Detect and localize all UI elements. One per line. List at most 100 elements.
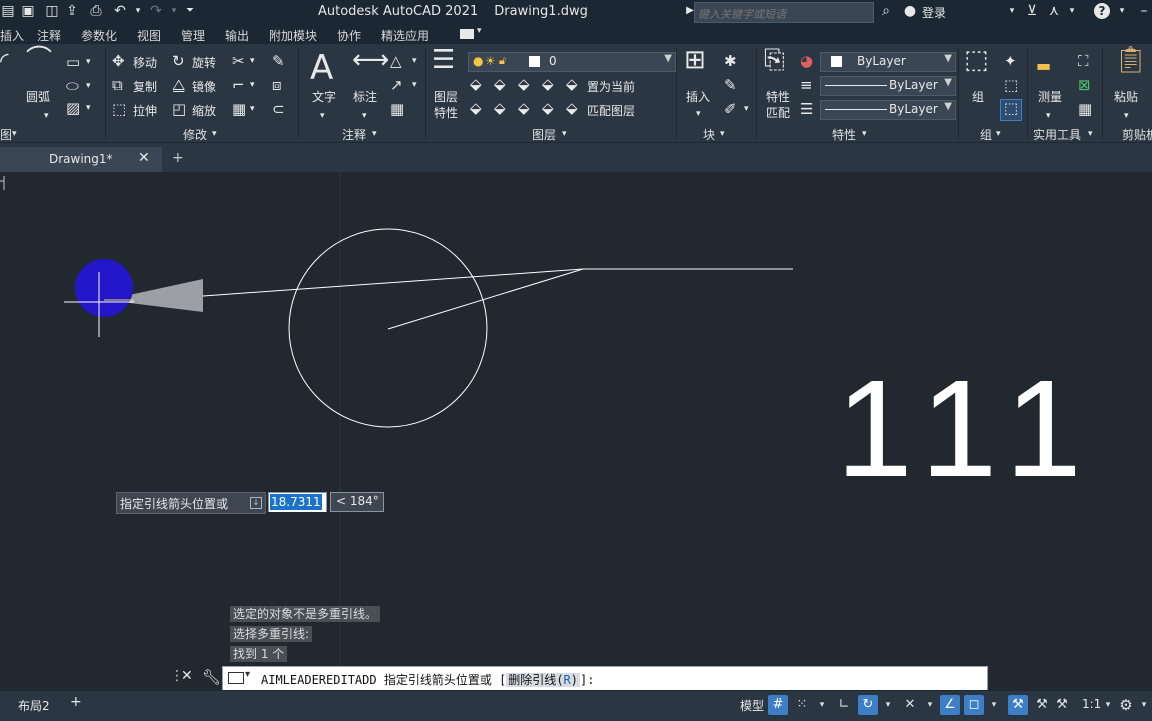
stretch-button[interactable]: 拉伸 (133, 102, 157, 119)
search-input[interactable] (695, 6, 873, 23)
close-command-line-icon[interactable]: ✕ (181, 668, 193, 684)
help-dropdown-icon[interactable]: ▾ (1114, 3, 1130, 19)
layer-off-icon[interactable]: ⬙ (470, 76, 482, 92)
length-input[interactable]: 18.7311 (268, 492, 327, 512)
circle-tool-icon[interactable]: ◜ (0, 51, 9, 73)
trim-icon[interactable]: ✂ (232, 53, 245, 69)
settings-dropdown-icon[interactable]: ▾ (1134, 695, 1152, 715)
scale-icon[interactable]: ◰ (172, 101, 186, 117)
color-dropdown[interactable]: ByLayer ▼ (820, 52, 956, 72)
utilities-panel-title[interactable]: 实用工具 (1033, 126, 1081, 142)
autodesk-app-icon[interactable]: ⋏ (1046, 3, 1062, 19)
copy-button[interactable]: 复制 (133, 78, 157, 95)
set-current-icon[interactable]: ⬙ (566, 76, 578, 92)
layer-thaw-icon[interactable]: ⬙ (518, 100, 530, 116)
scale-button[interactable]: 缩放 (192, 102, 216, 119)
table-icon[interactable]: ▦ (390, 101, 404, 117)
command-line[interactable]: ▾ AIMLEADEREDITADD 指定引线箭头位置或 [删除引线(R)]: (222, 666, 988, 692)
drawing-area[interactable]: 111 指定引线箭头位置或 ↓ 18.7311 < 184° (0, 172, 1152, 690)
leader-dropdown-icon[interactable]: ▾ (412, 77, 417, 93)
add-layout-icon[interactable]: + (70, 694, 82, 710)
groups-panel-expand-icon[interactable]: ▾ (996, 126, 1001, 142)
group-icon[interactable]: ⬚ (964, 47, 989, 73)
group-select-icon[interactable]: ⬚ (1000, 99, 1022, 121)
tab-annotate[interactable]: 注释 (37, 27, 61, 44)
dimension-button[interactable]: 标注 (353, 88, 377, 105)
polar-tracking-icon[interactable]: ↻ (858, 695, 878, 715)
array-dropdown-icon[interactable]: ▾ (250, 101, 255, 117)
color-wheel-icon[interactable]: ◕ (800, 53, 813, 69)
block-panel-expand-icon[interactable]: ▾ (720, 126, 725, 142)
offset-icon[interactable]: ⊂ (272, 101, 285, 117)
login-dropdown-icon[interactable]: ▾ (1004, 3, 1020, 19)
layers-panel-expand-icon[interactable]: ▾ (562, 126, 567, 142)
paste-icon[interactable]: 📋︎ (1114, 47, 1147, 73)
stretch-icon[interactable]: ⬚ (112, 101, 126, 117)
lineweight-icon[interactable]: ≡ (800, 77, 813, 93)
tab-output[interactable]: 输出 (225, 27, 249, 44)
annotation-scale-icon[interactable]: ⚒ (1032, 695, 1052, 715)
length-value-input[interactable] (269, 496, 326, 512)
annotation-panel-expand-icon[interactable]: ▾ (372, 126, 377, 142)
recent-commands-icon[interactable] (228, 672, 244, 684)
model-space-button[interactable]: 模型 (740, 697, 764, 714)
layer-properties-icon[interactable]: ☰ (432, 47, 455, 73)
fillet-dropdown-icon[interactable]: ▾ (250, 77, 255, 93)
mirror-icon[interactable]: ⧋ (172, 77, 185, 93)
tab-view[interactable]: 视图 (137, 27, 161, 44)
layer-lock-tool-icon[interactable]: ⬙ (542, 76, 554, 92)
measure-button[interactable]: 测量 (1038, 88, 1062, 105)
match-properties-label-1[interactable]: 特性 (766, 88, 790, 105)
tab-insert[interactable]: 插入 (0, 27, 24, 44)
group-button[interactable]: 组 (972, 88, 984, 105)
new-tab-icon[interactable]: + (172, 150, 184, 166)
text-button[interactable]: 文字 (312, 88, 336, 105)
draw-panel-expand-icon[interactable]: ▾ (12, 126, 17, 142)
recent-commands-dropdown-icon[interactable]: ▾ (245, 669, 250, 680)
linear-dim-icon[interactable]: △ (390, 53, 402, 69)
insert-dropdown-icon[interactable]: ▾ (696, 106, 701, 122)
edit-block-icon[interactable]: ✎ (724, 77, 737, 93)
tab-collaborate[interactable]: 协作 (337, 27, 361, 44)
linear-dim-dropdown-icon[interactable]: ▾ (412, 53, 417, 69)
search-icon[interactable]: ⌕ (878, 3, 894, 19)
ellipse-dropdown-icon[interactable]: ▾ (86, 78, 91, 94)
tab-addins[interactable]: 附加模块 (269, 27, 317, 44)
help-icon[interactable]: ? (1094, 3, 1110, 19)
settings-gear-icon[interactable]: ⚙ (1116, 695, 1136, 715)
arc-label[interactable]: 圆弧 (26, 88, 50, 105)
array-icon[interactable]: ▦ (232, 101, 246, 117)
text-tool-icon[interactable]: A (310, 50, 333, 86)
autoscale-icon[interactable]: ⚒ (1052, 695, 1072, 715)
rectangle-dropdown-icon[interactable]: ▾ (86, 54, 91, 70)
snap-dropdown-icon[interactable]: ▾ (812, 695, 832, 715)
save-icon[interactable]: ▣ (20, 3, 36, 19)
login-button[interactable]: 登录 (922, 4, 946, 21)
match-layer-icon[interactable]: ⬙ (566, 100, 578, 116)
explode-icon[interactable]: ⧈ (272, 77, 282, 93)
redo-icon[interactable]: ↷ (148, 3, 164, 19)
linetype-icon[interactable]: ☰ (800, 101, 813, 117)
select-all-icon[interactable]: ⊠ (1078, 77, 1091, 93)
edit-attributes-icon[interactable]: ✐ (724, 101, 737, 117)
match-layer-button[interactable]: 匹配图层 (587, 102, 635, 119)
undo-icon[interactable]: ↶ (112, 3, 128, 19)
attributes-dropdown-icon[interactable]: ▾ (744, 101, 749, 117)
layers-panel-title[interactable]: 图层 (532, 126, 556, 142)
move-icon[interactable]: ✥ (112, 53, 125, 69)
insert-button[interactable]: 插入 (686, 88, 710, 105)
options-down-icon[interactable]: ↓ (250, 497, 262, 509)
hatch-ellipse-icon[interactable]: ⬭ (66, 78, 79, 94)
minimize-icon[interactable]: – (1136, 3, 1152, 19)
app-dropdown-icon[interactable]: ▾ (1064, 3, 1080, 19)
angle-input[interactable]: < 184° (330, 492, 384, 512)
arc-tool-icon[interactable]: ⌒ (26, 47, 52, 73)
customize-command-line-icon[interactable]: 🔧︎ (202, 668, 221, 686)
ungroup-icon[interactable]: ✦ (1004, 53, 1017, 69)
group-edit-icon[interactable]: ⬚ (1004, 77, 1018, 93)
close-tab-icon[interactable]: ✕ (138, 150, 150, 166)
layer-properties-label-1[interactable]: 图层 (434, 88, 458, 105)
modify-panel-title[interactable]: 修改 (183, 126, 207, 142)
hatch-dropdown-icon[interactable]: ▾ (86, 100, 91, 116)
set-current-button[interactable]: 置为当前 (587, 78, 635, 95)
